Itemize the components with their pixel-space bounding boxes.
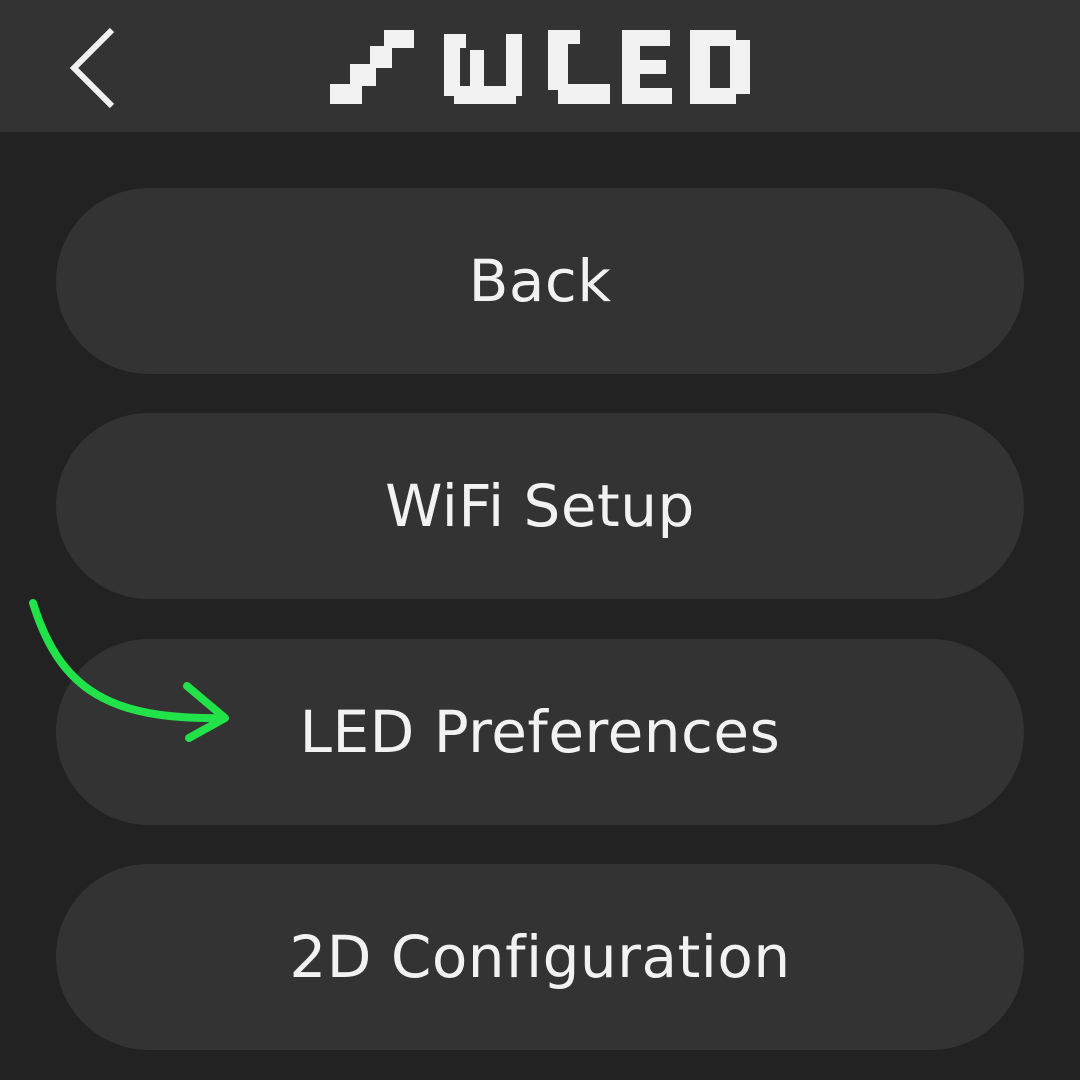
led-preferences-button-label: LED Preferences — [299, 698, 781, 766]
wifi-setup-button-label: WiFi Setup — [385, 472, 695, 540]
2d-configuration-button[interactable]: 2D Configuration — [56, 864, 1024, 1050]
back-button[interactable]: Back — [56, 188, 1024, 374]
back-button-label: Back — [468, 247, 612, 315]
2d-configuration-button-label: 2D Configuration — [289, 923, 791, 991]
top-bar — [0, 0, 1080, 132]
settings-screen: Back WiFi Setup LED Preferences 2D Confi… — [0, 0, 1080, 1080]
chevron-left-icon[interactable] — [62, 24, 126, 112]
led-preferences-button[interactable]: LED Preferences — [56, 639, 1024, 825]
wled-logo — [330, 30, 750, 104]
wifi-setup-button[interactable]: WiFi Setup — [56, 413, 1024, 599]
